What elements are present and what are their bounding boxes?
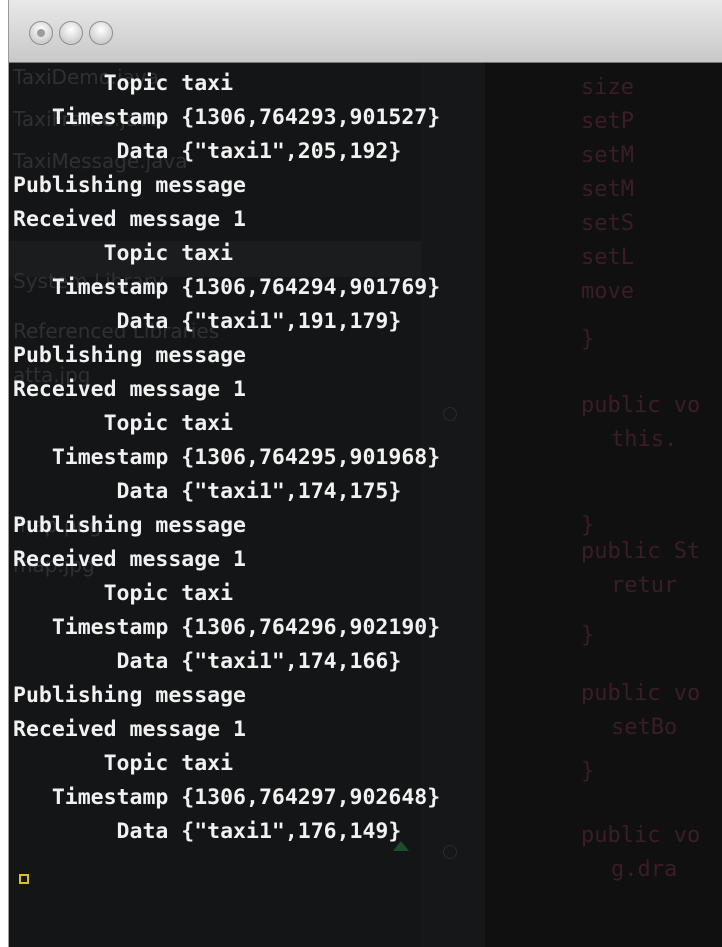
console-line: Data {"taxi1",191,179}	[13, 309, 402, 334]
console-line: Topic taxi	[13, 751, 234, 776]
console-line: Received message 1	[13, 717, 246, 742]
console-line: Received message 1	[13, 207, 246, 232]
terminal-window: TaxiDemo.java TaxiFrame.java TaxiMessage…	[8, 0, 722, 947]
console-line: Publishing message	[13, 343, 246, 368]
close-button[interactable]	[29, 21, 53, 45]
console-line: Data {"taxi1",205,192}	[13, 139, 402, 164]
console-line: Publishing message	[13, 683, 246, 708]
title-bar[interactable]	[9, 0, 722, 63]
console-line: Topic taxi	[13, 411, 234, 436]
console-line: Topic taxi	[13, 71, 234, 96]
console-line: Data {"taxi1",176,149}	[13, 819, 402, 844]
console-line: Timestamp {1306,764296,902190}	[13, 615, 441, 640]
console-line: Received message 1	[13, 377, 246, 402]
console-line: Timestamp {1306,764294,901769}	[13, 275, 441, 300]
console-line: Publishing message	[13, 513, 246, 538]
cursor-icon	[19, 874, 29, 884]
console-line: Received message 1	[13, 547, 246, 572]
console-line: Data {"taxi1",174,166}	[13, 649, 402, 674]
console-line: Timestamp {1306,764297,902648}	[13, 785, 441, 810]
minimize-button[interactable]	[59, 21, 83, 45]
console-line: Topic taxi	[13, 581, 234, 606]
console-output: Topic taxi Timestamp {1306,764293,901527…	[9, 63, 722, 947]
console-line: Timestamp {1306,764293,901527}	[13, 105, 441, 130]
console-line: Topic taxi	[13, 241, 234, 266]
console-line: Data {"taxi1",174,175}	[13, 479, 402, 504]
console-line: Publishing message	[13, 173, 246, 198]
zoom-button[interactable]	[89, 21, 113, 45]
console-line: Timestamp {1306,764295,901968}	[13, 445, 441, 470]
